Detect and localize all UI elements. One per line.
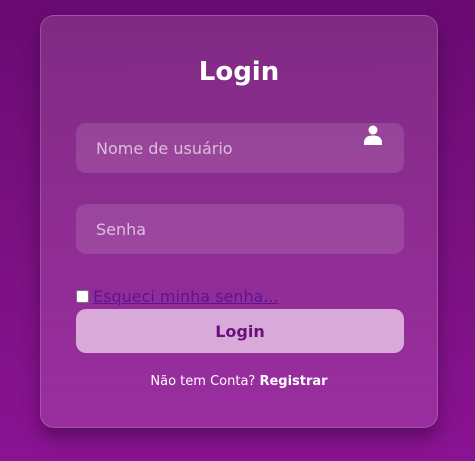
password-field-wrapper [76, 204, 404, 254]
user-icon [364, 125, 382, 145]
forgot-password-row: Esqueci minha senha... [76, 286, 279, 306]
login-button[interactable]: Login [76, 309, 404, 353]
login-title: Login [198, 57, 280, 87]
no-account-text: Não tem Conta? [150, 374, 260, 389]
password-input[interactable] [76, 204, 404, 254]
forgot-password-checkbox[interactable] [76, 289, 89, 303]
register-link[interactable]: Registrar [259, 374, 327, 389]
username-field-wrapper [76, 123, 404, 173]
login-card: Login Esqueci minha senha... Login Não t… [40, 15, 438, 428]
register-line: Não tem Conta? Registrar [41, 373, 437, 391]
forgot-password-link[interactable]: Esqueci minha senha... [93, 287, 279, 306]
username-input[interactable] [76, 123, 404, 173]
